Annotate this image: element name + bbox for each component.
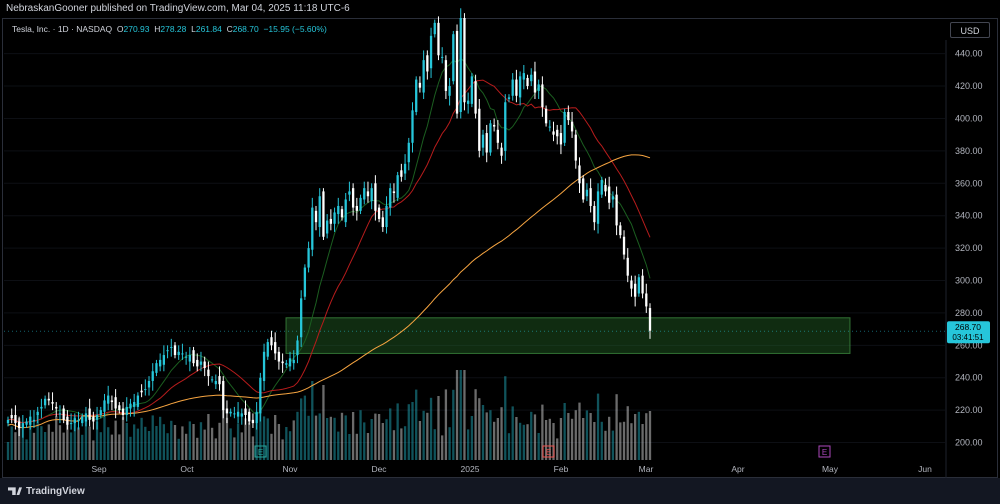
chart-frame (2, 18, 998, 478)
high-value: 278.28 (160, 24, 187, 34)
publish-header: NebraskanGooner published on TradingView… (0, 0, 1000, 18)
footer-bar (0, 478, 1000, 504)
symbol-title: Tesla, Inc. · 1D · NASDAQ (12, 24, 113, 34)
low-value: 261.84 (195, 24, 222, 34)
symbol-legend: Tesla, Inc. · 1D · NASDAQ O270.93 H278.2… (12, 24, 327, 34)
brand-label: TradingView (26, 486, 85, 497)
open-label: O (116, 24, 124, 34)
tradingview-icon (8, 487, 22, 496)
currency-button[interactable]: USD (950, 22, 990, 38)
close-value: 268.70 (232, 24, 259, 34)
tradingview-logo[interactable]: TradingView (8, 486, 85, 497)
open-value: 270.93 (123, 24, 150, 34)
change-value: −15.95 (−5.60%) (263, 24, 327, 34)
